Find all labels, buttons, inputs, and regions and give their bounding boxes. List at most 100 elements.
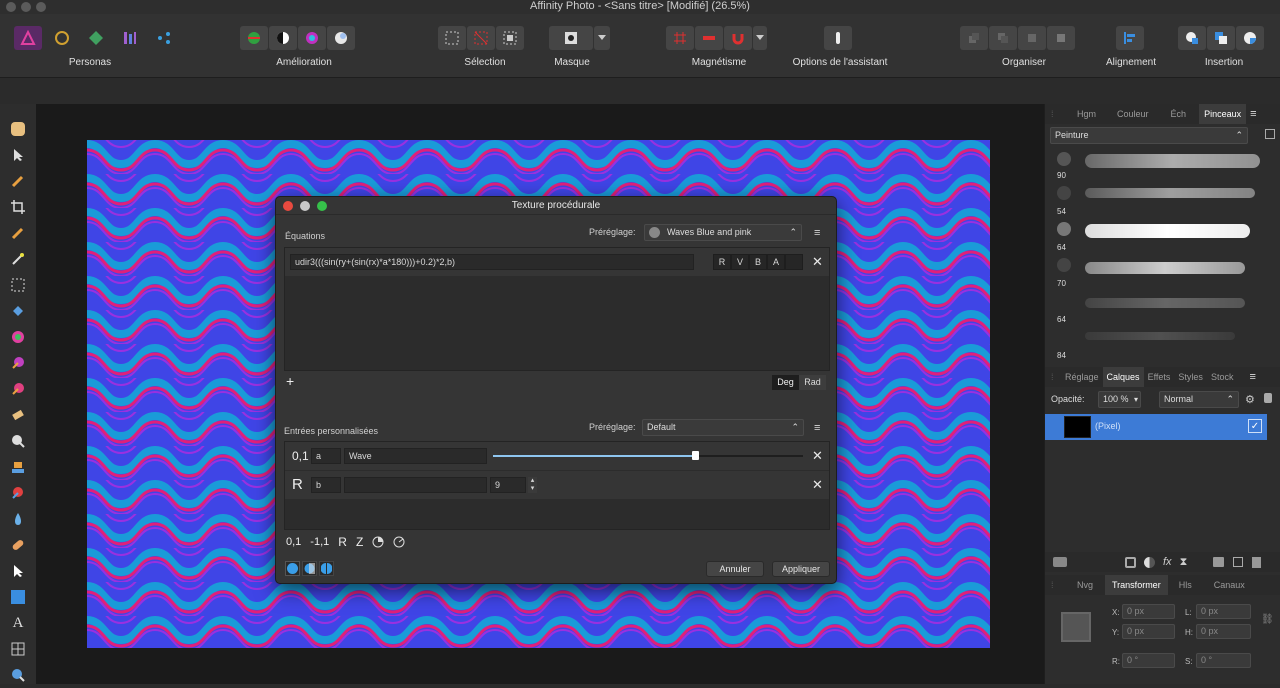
brush-item[interactable]: 64: [1045, 218, 1280, 254]
brush-item[interactable]: 70: [1045, 254, 1280, 290]
channel-a-toggle[interactable]: A: [767, 254, 785, 270]
brush-item[interactable]: 90: [1045, 146, 1280, 182]
tab-navigator[interactable]: Nvg: [1065, 580, 1105, 590]
crop-tool-icon[interactable]: [0, 194, 36, 220]
layer-visibility-checkbox[interactable]: ✓: [1248, 419, 1262, 433]
move-back-one-icon[interactable]: [989, 26, 1017, 50]
add-input-0-1-button[interactable]: 0,1: [286, 536, 301, 548]
gradient-tool-icon[interactable]: [0, 324, 36, 350]
hourglass-icon[interactable]: ⧗: [1180, 556, 1188, 569]
layer-row[interactable]: (Pixel) ✓: [1045, 414, 1267, 440]
remove-input-close-icon[interactable]: ✕: [812, 477, 823, 493]
move-forward-one-icon[interactable]: [1018, 26, 1046, 50]
mask-layer-icon[interactable]: [1125, 556, 1136, 568]
preview-split-icon[interactable]: [302, 561, 317, 576]
brushes-panel-menu-icon[interactable]: ≡: [1246, 108, 1256, 120]
equation-input[interactable]: udir3(((sin(ry+(sin(rx)*a*180)))+0.2)*2,…: [290, 254, 694, 270]
lock-icon[interactable]: [1264, 393, 1272, 403]
flood-fill-icon[interactable]: [0, 298, 36, 324]
channel-b-toggle[interactable]: B: [749, 254, 767, 270]
brush-list-view-icon[interactable]: [1265, 129, 1275, 139]
select-all-icon[interactable]: [438, 26, 466, 50]
layers-panel-menu-icon[interactable]: ≡: [1237, 371, 1255, 383]
erase-brush-icon[interactable]: [0, 402, 36, 428]
tab-swatches[interactable]: Éch: [1158, 109, 1200, 119]
grid-snap-icon[interactable]: [666, 26, 694, 50]
blend-mode-dropdown[interactable]: Normal ⌃: [1159, 391, 1239, 408]
snapping-dropdown-chevron-icon[interactable]: [753, 26, 767, 50]
preset-dropdown[interactable]: Waves Blue and pink ⌃: [644, 224, 802, 241]
snap-guides-icon[interactable]: [695, 26, 723, 50]
preview-mirror-icon[interactable]: [319, 561, 334, 576]
tab-adjustment[interactable]: Réglage: [1059, 372, 1103, 382]
tab-brushes[interactable]: Pinceaux: [1199, 104, 1247, 124]
invert-selection-icon[interactable]: [496, 26, 524, 50]
healing-brush-icon[interactable]: [0, 532, 36, 558]
tab-stock[interactable]: Stock: [1207, 372, 1238, 382]
move-to-back-icon[interactable]: [960, 26, 988, 50]
y-field[interactable]: 0 px: [1122, 624, 1175, 639]
brush-item[interactable]: 84: [1045, 326, 1280, 362]
mesh-warp-icon[interactable]: [0, 636, 36, 662]
export-persona-icon[interactable]: [150, 26, 178, 50]
tab-styles[interactable]: Styles: [1174, 372, 1207, 382]
layer-settings-gear-icon[interactable]: ⚙: [1245, 393, 1255, 406]
align-left-icon[interactable]: [1116, 26, 1144, 50]
zoom-window-button[interactable]: [36, 2, 46, 12]
width-field[interactable]: 0 px: [1196, 604, 1251, 619]
shear-field[interactable]: 0 °: [1196, 653, 1251, 668]
close-window-button[interactable]: [6, 2, 16, 12]
trash-icon[interactable]: [1252, 556, 1262, 568]
add-equation-plus-icon[interactable]: +: [286, 373, 294, 389]
tab-effects[interactable]: Effets: [1144, 372, 1175, 382]
photo-persona-icon[interactable]: [14, 26, 42, 50]
assistant-icon[interactable]: [824, 26, 852, 50]
add-pixel-layer-icon[interactable]: [1233, 557, 1244, 567]
add-input-minus1-1-button[interactable]: -1,1: [310, 536, 329, 548]
rad-button[interactable]: Rad: [799, 375, 826, 390]
opacity-dropdown[interactable]: 100 % ▾: [1098, 391, 1141, 408]
minimize-window-button[interactable]: [21, 2, 31, 12]
input-variable-field[interactable]: b: [311, 477, 341, 493]
white-balance-icon[interactable]: [327, 26, 355, 50]
preset-menu-icon[interactable]: ≡: [814, 227, 820, 239]
input-value-stepper[interactable]: ▴ ▾: [528, 477, 537, 493]
clone-brush-icon[interactable]: [0, 454, 36, 480]
rectangle-tool-icon[interactable]: [0, 584, 36, 610]
custom-preset-menu-icon[interactable]: ≡: [814, 422, 820, 434]
tab-color[interactable]: Couleur: [1108, 109, 1158, 119]
brush-item[interactable]: 64: [1045, 290, 1280, 326]
contrast-icon[interactable]: [269, 26, 297, 50]
text-tool-icon[interactable]: A: [0, 610, 36, 636]
tab-channels[interactable]: Canaux: [1203, 580, 1256, 590]
dodge-brush-icon[interactable]: [0, 428, 36, 454]
blur-brush-icon[interactable]: [0, 506, 36, 532]
flood-select-icon[interactable]: [0, 246, 36, 272]
zoom-tool-icon[interactable]: [0, 662, 36, 688]
add-input-integer-button[interactable]: Z: [356, 535, 363, 549]
deg-button[interactable]: Deg: [772, 375, 799, 390]
insert-behind-icon[interactable]: [1207, 26, 1235, 50]
develop-persona-icon[interactable]: [82, 26, 110, 50]
input-value-field[interactable]: 9: [490, 477, 526, 493]
color-replacement-brush-icon[interactable]: [0, 376, 36, 402]
anchor-selector-icon[interactable]: [1061, 612, 1091, 642]
selection-brush-icon[interactable]: [0, 220, 36, 246]
input-name-field[interactable]: [344, 477, 487, 493]
fx-icon[interactable]: fx: [1163, 556, 1172, 568]
adjustment-layer-icon[interactable]: [1144, 556, 1155, 568]
channel-v-toggle[interactable]: V: [731, 254, 749, 270]
input-slider-handle[interactable]: [692, 451, 699, 460]
brush-category-dropdown[interactable]: Peinture ⌃: [1050, 127, 1248, 144]
remove-input-close-icon[interactable]: ✕: [812, 448, 823, 464]
rotation-field[interactable]: 0 °: [1122, 653, 1175, 668]
deselect-icon[interactable]: [467, 26, 495, 50]
magnet-icon[interactable]: [724, 26, 752, 50]
view-tool-hand-icon[interactable]: [0, 116, 36, 142]
tone-mapping-persona-icon[interactable]: [116, 26, 144, 50]
tab-transform[interactable]: Transformer: [1105, 575, 1168, 595]
move-to-front-icon[interactable]: [1047, 26, 1075, 50]
liquify-persona-icon[interactable]: [48, 26, 76, 50]
tab-hsl[interactable]: Hls: [1168, 580, 1203, 590]
add-input-rotation-icon[interactable]: [393, 536, 405, 548]
